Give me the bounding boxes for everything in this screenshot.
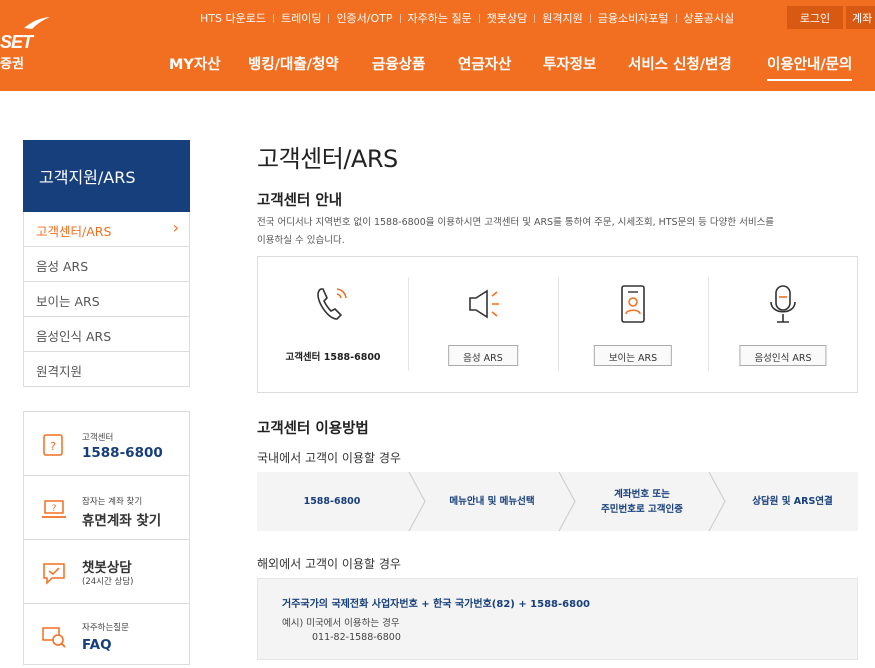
domestic-heading: 국내에서 고객이 이용할 경우 [257, 451, 401, 465]
account-button[interactable]: 계좌 [846, 6, 875, 29]
microphone-icon [770, 285, 796, 323]
util-product-notice[interactable]: 상품공시실 [684, 10, 735, 26]
login-button[interactable]: 로그인 [787, 6, 843, 29]
chat-check-icon [43, 563, 65, 585]
step-1: 1588-6800 [303, 496, 361, 507]
util-trading[interactable]: 트레이딩 [281, 10, 321, 26]
nav-pension[interactable]: 연금자산 [458, 53, 511, 74]
nav-guide[interactable]: 이용안내/문의 [767, 53, 853, 81]
card-speech-ars: 음성인식 ARS [708, 257, 858, 392]
sidebar-title: 고객지원/ARS [23, 140, 190, 212]
nav-my-assets[interactable]: MY자산 [169, 53, 221, 74]
svg-text:?: ? [50, 440, 56, 453]
domestic-steps: 1588-6800 메뉴안내 및 메뉴선택 계좌번호 또는 주민번호로 고객인증… [257, 472, 858, 531]
sidebar-item-speech-ars[interactable]: 음성인식 ARS [23, 317, 190, 352]
sidebar-item-visible-ars[interactable]: 보이는 ARS [23, 282, 190, 317]
nav-invest-info[interactable]: 투자정보 [543, 53, 596, 74]
top-header: SET 증권 HTS 다운로드 트레이딩 인증서/OTP 자주하는 질문 챗봇상… [0, 0, 875, 91]
abroad-box: 거주국가의 국제전화 사업자번호 + 한국 국가번호(82) + 1588-68… [257, 578, 858, 660]
abroad-formula: 거주국가의 국제전화 사업자번호 + 한국 국가번호(82) + 1588-68… [282, 599, 590, 610]
step-4: 상담원 및 ARS연결 [752, 496, 833, 507]
page-title: 고객센터/ARS [257, 145, 398, 173]
util-consumer-portal[interactable]: 금융소비자포털 [598, 10, 669, 26]
speech-ars-button[interactable]: 음성인식 ARS [739, 345, 827, 366]
util-faq[interactable]: 자주하는 질문 [408, 10, 472, 26]
util-remote[interactable]: 원격지원 [542, 10, 582, 26]
quick-links: ? 고객센터 1588-6800 ? 잠자는 계좌 찾기 휴면계좌 찾기 챗봇상… [23, 411, 190, 665]
sidebar-item-remote[interactable]: 원격지원 [23, 352, 190, 387]
laptop-icon: ? [42, 500, 66, 518]
utility-links: HTS 다운로드 트레이딩 인증서/OTP 자주하는 질문 챗봇상담 원격지원 … [200, 9, 734, 27]
logo-text: SET [0, 32, 33, 52]
abroad-example-number: 011-82-1588-6800 [312, 632, 401, 643]
quick-callcenter[interactable]: ? 고객센터 1588-6800 [24, 412, 189, 476]
step-2: 메뉴안내 및 메뉴선택 [449, 496, 535, 507]
phone-question-icon: ? [43, 434, 63, 456]
phone-ring-icon [317, 288, 347, 320]
step-3: 계좌번호 또는 주민번호로 고객인증 [601, 488, 683, 515]
quick-faq[interactable]: 자주하는질문 FAQ [24, 604, 189, 668]
chevron-right-icon [558, 472, 576, 531]
svg-text:?: ? [52, 504, 57, 514]
speaker-icon [469, 289, 499, 319]
abroad-heading: 해외에서 고객이 이용할 경우 [257, 557, 401, 571]
faq-icon [42, 627, 66, 648]
quick-chatbot[interactable]: 챗봇상담 (24시간 상담) [24, 540, 189, 604]
nav-products[interactable]: 금융상품 [372, 53, 425, 74]
util-cert-otp[interactable]: 인증서/OTP [336, 10, 392, 26]
card-voice-ars: 음성 ARS [408, 257, 558, 392]
usage-heading: 고객센터 이용방법 [257, 421, 369, 437]
voice-ars-button[interactable]: 음성 ARS [448, 345, 518, 366]
card-visible-ars: 보이는 ARS [558, 257, 708, 392]
service-cards: 고객센터 1588-6800 음성 ARS 보이는 ARS 음성인식 ARS [257, 256, 858, 393]
logo-swoosh-icon [24, 17, 50, 29]
card-callcenter: 고객센터 1588-6800 [258, 257, 408, 392]
mobile-user-icon [621, 285, 645, 323]
sidebar-item-voice-ars[interactable]: 음성 ARS [23, 247, 190, 282]
callcenter-label: 고객센터 1588-6800 [285, 352, 381, 363]
chevron-right-icon [708, 472, 726, 531]
visible-ars-button[interactable]: 보이는 ARS [593, 345, 673, 366]
sidebar-item-callcenter[interactable]: 고객센터/ARS [23, 212, 190, 247]
util-chatbot[interactable]: 챗봇상담 [487, 10, 527, 26]
guide-description: 전국 어디서나 지역번호 없이 1588-6800을 이용하시면 고객센터 및 … [257, 217, 775, 246]
guide-heading: 고객센터 안내 [257, 193, 343, 209]
quick-dormant-account[interactable]: ? 잠자는 계좌 찾기 휴면계좌 찾기 [24, 476, 189, 540]
util-hts-download[interactable]: HTS 다운로드 [200, 10, 266, 26]
nav-service[interactable]: 서비스 신청/변경 [628, 53, 732, 74]
main-nav: MY자산 뱅킹/대출/청약 금융상품 연금자산 투자정보 서비스 신청/변경 이… [0, 53, 875, 81]
sidebar: 고객지원/ARS 고객센터/ARS 음성 ARS 보이는 ARS 음성인식 AR… [23, 140, 190, 387]
abroad-example-label: 예시) 미국에서 이용하는 경우 [282, 618, 400, 629]
nav-banking[interactable]: 뱅킹/대출/청약 [248, 53, 339, 74]
chevron-right-icon [408, 472, 426, 531]
